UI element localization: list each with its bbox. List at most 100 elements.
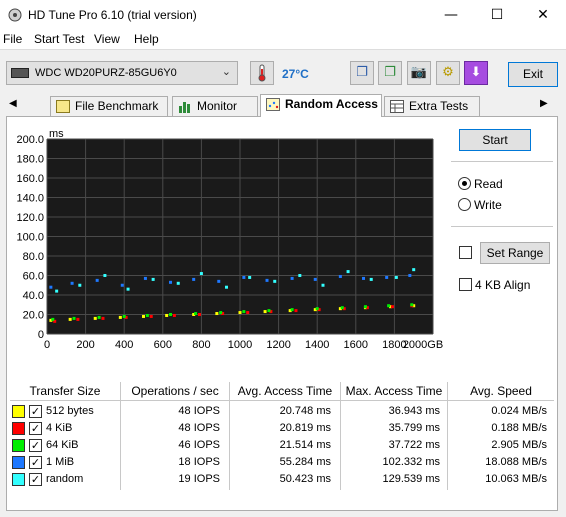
read-radio[interactable] <box>458 177 471 190</box>
align-checkbox[interactable] <box>459 278 472 291</box>
cell-speed: 18.088 MB/s <box>485 456 547 468</box>
tab-scroll-right-icon[interactable]: ▶ <box>540 98 548 109</box>
data-point <box>242 275 246 279</box>
data-point <box>408 274 412 277</box>
y-tick-label: 160.0 <box>16 173 44 185</box>
tab-scroll-left-icon[interactable]: ◀ <box>9 98 17 109</box>
data-point <box>169 280 173 284</box>
series-checkbox[interactable]: ✓ <box>29 473 42 486</box>
maximize-icon: ☐ <box>490 7 504 23</box>
data-point <box>76 317 80 321</box>
color-swatch <box>12 439 25 452</box>
table-row: ✓ 512 bytes 48 IOPS 20.748 ms 36.943 ms 0.024… <box>10 403 554 420</box>
cell-max: 37.722 ms <box>388 439 440 451</box>
data-point <box>363 305 367 309</box>
data-point <box>263 310 267 314</box>
y-tick-label: 120.0 <box>16 212 44 224</box>
color-swatch <box>12 456 25 469</box>
data-point <box>385 275 389 279</box>
data-point <box>194 312 198 316</box>
screenshot-button[interactable]: 📷 <box>407 61 431 85</box>
save-button[interactable]: ⬇ <box>464 61 488 85</box>
menu-help[interactable]: Help <box>134 32 159 46</box>
align-label: 4 KB Align <box>475 278 531 292</box>
table-row: ✓ 1 MiB 18 IOPS 55.284 ms 102.332 ms 18.088 M… <box>10 454 554 471</box>
y-tick-label: 60.0 <box>23 271 44 283</box>
gears-icon: ⚙ <box>442 65 454 80</box>
data-point <box>197 313 201 316</box>
data-point <box>97 315 101 319</box>
minimize-icon: — <box>444 7 458 23</box>
y-tick-label: 100.0 <box>16 232 44 244</box>
color-swatch <box>12 473 25 486</box>
write-radio[interactable] <box>458 198 471 211</box>
window-title: HD Tune Pro 6.10 (trial version) <box>28 8 197 22</box>
cell-max: 129.539 ms <box>382 473 440 485</box>
cell-speed: 0.188 MB/s <box>491 422 547 434</box>
cell-avg: 20.819 ms <box>279 422 331 434</box>
copy-info-button[interactable]: ❐ <box>350 61 374 85</box>
copy-all-button[interactable]: ❐ <box>378 61 402 85</box>
scatter-chart: 0 20.0 40.0 60.0 80.0 100.0 120.0 140.0 160.0 180… <box>16 128 443 351</box>
cell-speed: 0.024 MB/s <box>491 405 547 417</box>
menu-start-test[interactable]: Start Test <box>34 32 84 46</box>
separator <box>451 161 553 162</box>
tab-monitor[interactable]: Monitor <box>172 96 258 116</box>
tab-file-benchmark[interactable]: File Benchmark <box>50 96 168 116</box>
series-checkbox[interactable]: ✓ <box>29 405 42 418</box>
data-point <box>290 276 294 280</box>
separator <box>451 226 553 227</box>
series-checkbox[interactable]: ✓ <box>29 422 42 435</box>
cell-avg: 55.284 ms <box>279 456 331 468</box>
data-point <box>215 312 219 316</box>
data-point <box>93 316 97 320</box>
series-checkbox[interactable]: ✓ <box>29 456 42 469</box>
cell-ops: 46 IOPS <box>178 439 220 451</box>
data-point <box>55 289 59 293</box>
tab-label: Monitor <box>197 99 238 113</box>
copy-all-icon: ❐ <box>384 65 396 80</box>
menu-view[interactable]: View <box>94 32 120 46</box>
app-icon <box>8 8 22 22</box>
menu-file[interactable]: File <box>3 32 22 46</box>
x-tick-label: 0 <box>44 339 50 351</box>
cell-size: 512 bytes <box>46 405 94 417</box>
y-tick-label: 200.0 <box>16 134 44 146</box>
temperature-value: 27°C <box>282 67 309 81</box>
data-point <box>165 313 169 317</box>
cell-avg: 20.748 ms <box>279 405 331 417</box>
write-label: Write <box>474 198 502 212</box>
set-range-button[interactable]: Set Range <box>480 242 550 264</box>
data-point <box>149 314 153 318</box>
x-tick-label: 400 <box>115 339 133 351</box>
tab-extra-tests[interactable]: Extra Tests <box>384 96 480 116</box>
data-point <box>142 314 145 318</box>
y-tick-label: 140.0 <box>16 193 44 205</box>
range-checkbox[interactable] <box>459 246 472 259</box>
title-bar: HD Tune Pro 6.10 (trial version) — ☐ ✕ <box>0 0 566 30</box>
tab-random-access[interactable]: Random Access <box>260 94 382 117</box>
series-checkbox[interactable]: ✓ <box>29 439 42 452</box>
x-tick-label: 1000 <box>228 339 252 351</box>
tab-label: Extra Tests <box>409 99 469 113</box>
table-row: ✓ 4 KiB 48 IOPS 20.819 ms 35.799 ms 0.188 MB/… <box>10 420 554 437</box>
header-divider <box>10 400 554 401</box>
table-row: ✓ random 19 IOPS 50.423 ms 129.539 ms 10.063 … <box>10 471 554 488</box>
cell-speed: 2.905 MB/s <box>491 439 547 451</box>
close-button[interactable]: ✕ <box>520 0 566 30</box>
temperature-button[interactable] <box>250 61 274 85</box>
data-point <box>246 311 250 315</box>
cell-ops: 19 IOPS <box>178 473 220 485</box>
drive-select[interactable]: WDC WD20PURZ-85GU6Y0 ⌄ <box>6 61 238 85</box>
start-button[interactable]: Start <box>459 129 531 151</box>
minimize-button[interactable]: — <box>428 0 474 30</box>
data-point <box>70 281 74 285</box>
color-swatch <box>12 422 25 435</box>
data-point <box>346 270 350 274</box>
exit-button[interactable]: Exit <box>508 62 558 87</box>
maximize-button[interactable]: ☐ <box>474 0 520 30</box>
options-button[interactable]: ⚙ <box>436 61 460 85</box>
data-point <box>394 275 398 279</box>
y-tick-label: 40.0 <box>23 290 44 302</box>
data-point <box>169 313 173 316</box>
